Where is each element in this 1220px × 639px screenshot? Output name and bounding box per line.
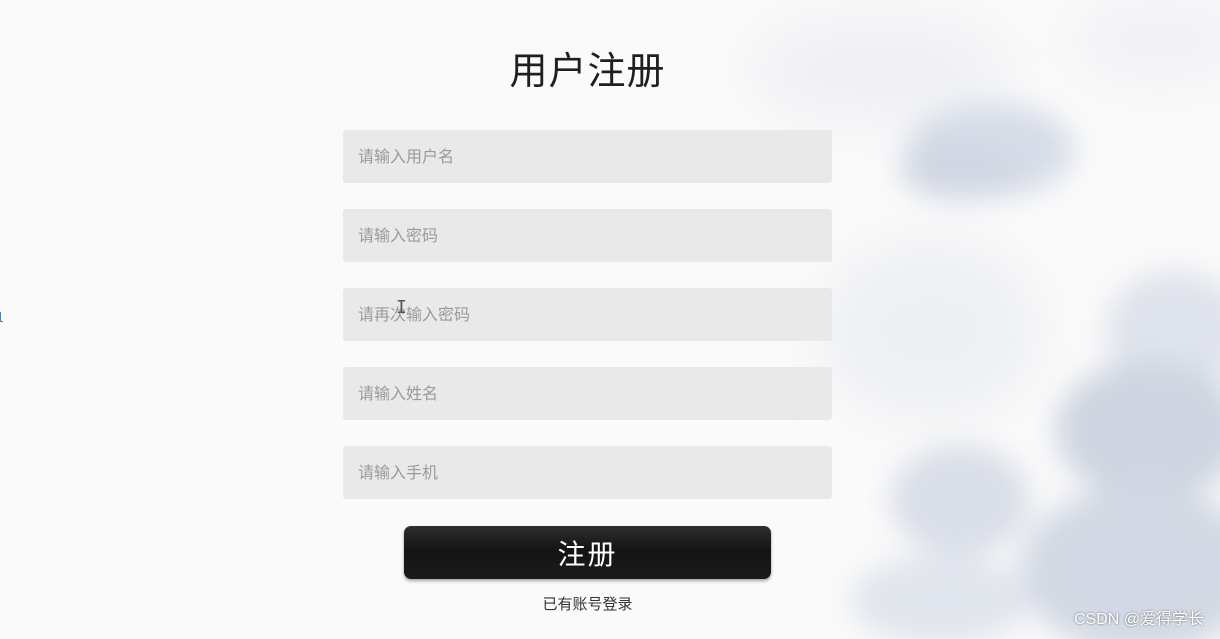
password-input[interactable] bbox=[343, 209, 832, 262]
watermark: CSDN @爱得学长 bbox=[1073, 611, 1204, 628]
confirm-password-input[interactable] bbox=[343, 288, 832, 341]
edge-marker-icon bbox=[0, 312, 3, 322]
registration-form bbox=[343, 130, 832, 525]
login-link[interactable]: 已有账号登录 bbox=[404, 593, 771, 614]
username-input[interactable] bbox=[343, 130, 832, 183]
name-input[interactable] bbox=[343, 367, 832, 420]
text-cursor-icon: I bbox=[396, 297, 407, 318]
register-button[interactable]: 注册 bbox=[404, 526, 771, 579]
page-title: 用户注册 bbox=[509, 49, 666, 93]
phone-input[interactable] bbox=[343, 446, 832, 499]
